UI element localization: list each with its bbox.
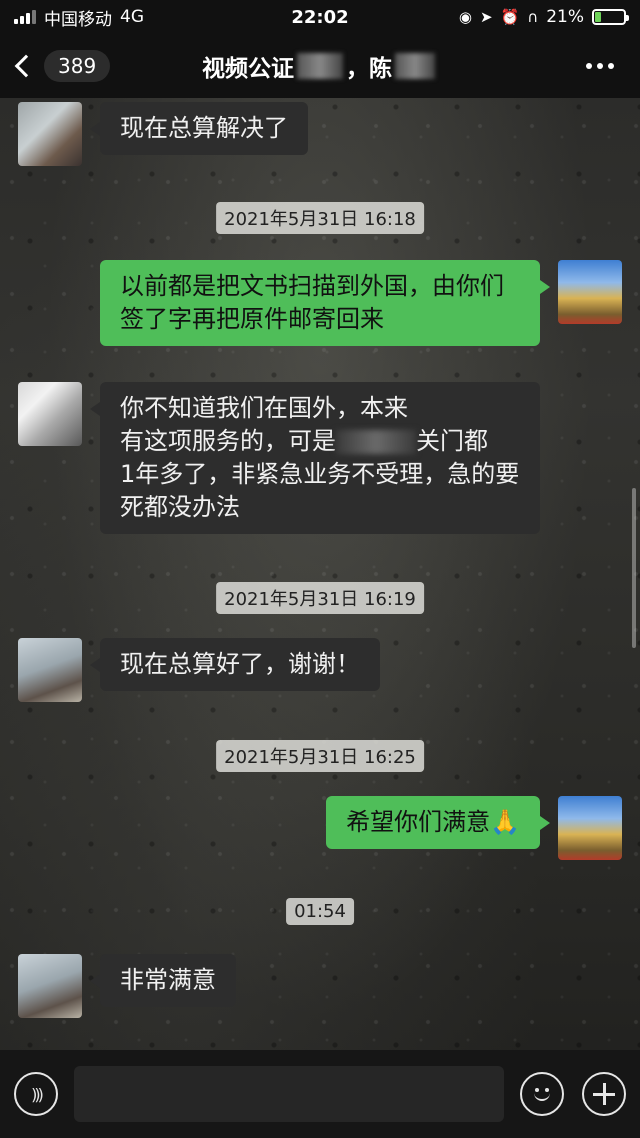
message-list: 现在总算解决了 2021年5月31日 16:18 以前都是把文书扫描到外国，由你… [0,98,640,1050]
avatar[interactable] [18,102,82,166]
chat-title-part2: ，陈 [346,56,392,82]
message-bubble[interactable]: 现在总算好了，谢谢！ [90,638,380,691]
headphones-icon: ⏰ [500,8,520,26]
chevron-left-icon [14,54,38,78]
emoji-button[interactable] [520,1072,564,1116]
battery-icon [592,9,629,25]
redacted-name [395,53,435,79]
message-bubble[interactable]: 希望你们满意🙏 [326,796,550,849]
scrollbar[interactable] [632,488,636,648]
timestamp: 2021年5月31日 16:19 [216,582,424,614]
avatar[interactable] [558,260,622,324]
signal-icon [14,10,36,24]
timestamp: 01:54 [286,898,354,925]
voice-button[interactable]: ))) [14,1072,58,1116]
battery-fill [595,12,601,22]
status-time: 22:02 [291,6,349,28]
alarm-icon: ➤ [479,8,493,26]
status-bar: 中国移动 4G 22:02 ◉ ➤ ⏰ ∩ 21% [0,0,640,34]
network-label: 4G [120,7,144,27]
timestamp: 2021年5月31日 16:25 [216,740,424,772]
nav-bar: 389 视频公证 ，陈 [0,34,640,98]
input-bar: ))) [0,1050,640,1138]
unread-count-badge: 389 [44,50,111,82]
headphones-icon-2: ∩ [527,8,539,26]
chat-screen: 中国移动 4G 22:02 ◉ ➤ ⏰ ∩ 21% 389 视频公证 ，陈 现在… [0,0,640,1138]
plus-button[interactable] [582,1072,626,1116]
message-bubble[interactable]: 你不知道我们在国外，本来 有这项服务的，可是 关门都 1年多了，非紧急业务不受理，… [90,382,540,534]
avatar[interactable] [18,382,82,446]
message-input[interactable] [74,1066,504,1122]
timestamp: 2021年5月31日 16:18 [216,202,424,234]
chat-title-part1: 视频公证 [202,56,294,82]
message-text: 有这项服务的，可是 [120,427,336,455]
emoji-icon [529,1081,555,1107]
status-left: 中国移动 4G [14,5,144,30]
message-bubble[interactable]: 现在总算解决了 [90,102,308,155]
message-text: 关门都 [416,427,488,455]
message-text: 你不知道我们在国外，本来 [120,394,408,422]
redacted-name [297,53,343,79]
chat-title: 视频公证 ，陈 [202,49,438,83]
status-right: ◉ ➤ ⏰ ∩ 21% [458,7,629,27]
voice-icon: ))) [31,1084,44,1104]
back-button[interactable]: 389 [14,50,111,82]
carrier-label: 中国移动 [44,9,112,30]
pray-emoji: 🙏 [490,808,520,836]
message-text: 希望你们满意 [346,808,491,836]
message-bubble[interactable]: 以前都是把文书扫描到外国，由你们签了字再把原件邮寄回来 [100,260,550,346]
more-icon[interactable] [586,63,614,69]
avatar[interactable] [18,954,82,1018]
plus-icon [593,1083,615,1105]
message-bubble[interactable]: 非常满意 [90,954,236,1007]
battery-percent: 21% [546,7,584,27]
message-text: 1年多了，非紧急业务不受理，急的要死都没办法 [120,460,520,521]
location-icon: ◉ [458,8,472,26]
avatar[interactable] [558,796,622,860]
avatar[interactable] [18,638,82,702]
redacted-text [336,430,416,454]
